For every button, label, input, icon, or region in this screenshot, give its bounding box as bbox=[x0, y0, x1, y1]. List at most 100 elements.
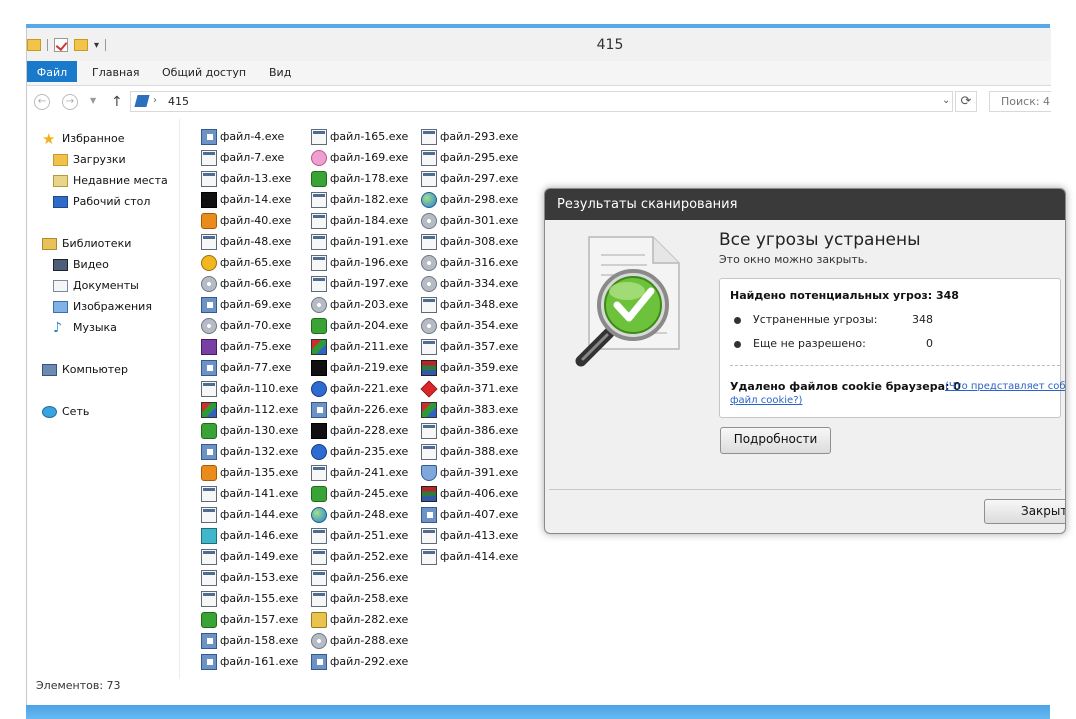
file-name: файл-316.exe bbox=[440, 256, 519, 269]
file-name: файл-69.exe bbox=[220, 298, 292, 311]
dark-app-icon bbox=[311, 423, 327, 439]
file-name: файл-354.exe bbox=[440, 319, 519, 332]
file-name: файл-161.exe bbox=[220, 655, 299, 668]
window-icon bbox=[201, 486, 217, 502]
dark-app-icon bbox=[311, 360, 327, 376]
file-name: файл-407.exe bbox=[440, 508, 519, 521]
window-icon bbox=[421, 444, 437, 460]
file-name: файл-248.exe bbox=[330, 508, 409, 521]
globe-icon bbox=[421, 192, 437, 208]
file-name: файл-157.exe bbox=[220, 613, 299, 626]
window-icon bbox=[201, 381, 217, 397]
file-name: файл-130.exe bbox=[220, 424, 299, 437]
blue-app-icon bbox=[311, 381, 327, 397]
file-name: файл-197.exe bbox=[330, 277, 409, 290]
resolved-threats-label: Устраненные угрозы: bbox=[753, 313, 878, 326]
disc-icon bbox=[421, 276, 437, 292]
window-icon bbox=[201, 150, 217, 166]
file-name: файл-70.exe bbox=[220, 319, 292, 332]
file-name: файл-301.exe bbox=[440, 214, 519, 227]
archive-icon bbox=[421, 486, 437, 502]
window-icon bbox=[311, 528, 327, 544]
file-name: файл-155.exe bbox=[220, 592, 299, 605]
window-icon bbox=[311, 192, 327, 208]
dialog-subheading: Это окно можно закрыть. bbox=[719, 253, 868, 266]
file-name: файл-132.exe bbox=[220, 445, 299, 458]
window-icon bbox=[421, 150, 437, 166]
shield-icon bbox=[421, 465, 437, 481]
orange-app-icon bbox=[201, 213, 217, 229]
dialog-title-bar[interactable]: Результаты сканирования bbox=[545, 189, 1065, 220]
window-icon bbox=[421, 234, 437, 250]
window-icon bbox=[201, 234, 217, 250]
results-panel: Найдено потенциальных угроз: 348 Устране… bbox=[719, 278, 1065, 418]
green-app-icon bbox=[311, 486, 327, 502]
file-name: файл-406.exe bbox=[440, 487, 519, 500]
app-icon bbox=[201, 360, 217, 376]
disc-icon bbox=[311, 297, 327, 313]
close-button[interactable]: Закрыть bbox=[984, 499, 1065, 524]
orange-app-icon bbox=[201, 465, 217, 481]
window-icon bbox=[311, 465, 327, 481]
file-name: файл-293.exe bbox=[440, 130, 519, 143]
app-icon bbox=[311, 402, 327, 418]
file-name: файл-348.exe bbox=[440, 298, 519, 311]
file-name: файл-258.exe bbox=[330, 592, 409, 605]
file-name: файл-203.exe bbox=[330, 298, 409, 311]
file-name: файл-110.exe bbox=[220, 382, 299, 395]
multicolor-app-icon bbox=[201, 402, 217, 418]
desktop-background-top bbox=[0, 0, 1076, 28]
status-bar-item-count: Элементов: 73 bbox=[36, 679, 121, 692]
file-name: файл-48.exe bbox=[220, 235, 292, 248]
file-name: файл-292.exe bbox=[330, 655, 409, 668]
file-name: файл-184.exe bbox=[330, 214, 409, 227]
file-name: файл-414.exe bbox=[440, 550, 519, 563]
file-name: файл-7.exe bbox=[220, 151, 285, 164]
pink-app-icon bbox=[311, 150, 327, 166]
file-name: файл-226.exe bbox=[330, 403, 409, 416]
resolved-threats-value: 348 bbox=[912, 313, 933, 326]
taskbar-edge bbox=[26, 705, 1050, 719]
file-name: файл-196.exe bbox=[330, 256, 409, 269]
details-button[interactable]: Подробности bbox=[720, 427, 831, 454]
file-name: файл-245.exe bbox=[330, 487, 409, 500]
file-name: файл-251.exe bbox=[330, 529, 409, 542]
file-name: файл-388.exe bbox=[440, 445, 519, 458]
cyan-app-icon bbox=[201, 528, 217, 544]
window-icon bbox=[201, 591, 217, 607]
green-app-icon bbox=[201, 612, 217, 628]
file-name: файл-149.exe bbox=[220, 550, 299, 563]
file-name: файл-75.exe bbox=[220, 340, 292, 353]
window-icon bbox=[421, 171, 437, 187]
file-name: файл-165.exe bbox=[330, 130, 409, 143]
file-name: файл-135.exe bbox=[220, 466, 299, 479]
window-icon bbox=[311, 549, 327, 565]
what-is-cookie-link-continued[interactable]: файл cookie?) bbox=[730, 395, 802, 406]
bullet-icon bbox=[734, 317, 741, 324]
app-icon bbox=[201, 297, 217, 313]
file-name: файл-13.exe bbox=[220, 172, 292, 185]
file-name: файл-241.exe bbox=[330, 466, 409, 479]
file-name: файл-169.exe bbox=[330, 151, 409, 164]
multicolor-app-icon bbox=[311, 339, 327, 355]
app-icon bbox=[421, 507, 437, 523]
dialog-divider bbox=[549, 489, 1061, 490]
file-name: файл-252.exe bbox=[330, 550, 409, 563]
green-app-icon bbox=[201, 423, 217, 439]
file-name: файл-413.exe bbox=[440, 529, 519, 542]
file-name: файл-158.exe bbox=[220, 634, 299, 647]
green-app-icon bbox=[311, 318, 327, 334]
window-icon bbox=[421, 129, 437, 145]
blue-app-icon bbox=[311, 444, 327, 460]
file-name: файл-383.exe bbox=[440, 403, 519, 416]
file-name: файл-297.exe bbox=[440, 172, 519, 185]
what-is-cookie-link[interactable]: (Что представляет собой bbox=[945, 381, 1065, 392]
green-app-icon bbox=[311, 171, 327, 187]
file-name: файл-204.exe bbox=[330, 319, 409, 332]
window-icon bbox=[311, 276, 327, 292]
window-icon bbox=[311, 255, 327, 271]
file-name: файл-221.exe bbox=[330, 382, 409, 395]
disc-icon bbox=[201, 318, 217, 334]
file-name: файл-153.exe bbox=[220, 571, 299, 584]
app-icon bbox=[201, 129, 217, 145]
